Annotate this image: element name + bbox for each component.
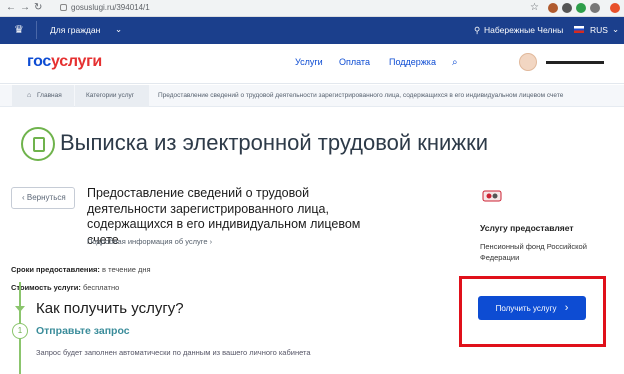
- extension-icon[interactable]: [590, 3, 600, 13]
- star-icon[interactable]: ☆: [530, 2, 539, 13]
- cost-value: бесплатно: [82, 283, 120, 292]
- detail-link-label: Подробная информация об услуге: [87, 237, 208, 246]
- provider-name: Пенсионный фонд Российской Федерации: [480, 242, 587, 262]
- location-icon: ⚲: [474, 25, 481, 35]
- gosuslugi-logo[interactable]: госуслуги: [27, 53, 102, 71]
- profile-avatar[interactable]: [610, 3, 620, 13]
- get-service-label: Получить услугу: [495, 304, 557, 313]
- user-name-redacted[interactable]: [546, 61, 604, 64]
- forward-arrow-icon[interactable]: →: [20, 2, 30, 13]
- logo-uslugi: услуги: [51, 53, 102, 70]
- chevron-down-icon: ⌄: [612, 24, 620, 34]
- provider-label: Услугу предоставляет: [480, 223, 574, 233]
- reload-icon[interactable]: ↻: [34, 2, 42, 13]
- top-bar: ♛ Для граждан ⌄ ⚲ Набережные Челны RUS ⌄: [0, 17, 624, 44]
- audience-selector[interactable]: Для граждан: [50, 25, 100, 35]
- cost-row: Стоимость услуги: бесплатно: [11, 283, 119, 292]
- get-service-button[interactable]: Получить услугу ›: [478, 296, 586, 320]
- chevron-right-icon: ›: [209, 237, 213, 246]
- cost-label: Стоимость услуги:: [11, 283, 81, 292]
- breadcrumb-current: Предоставление сведений о трудовой деяте…: [158, 92, 564, 99]
- city-selector[interactable]: Набережные Челны: [484, 25, 563, 35]
- menu-services[interactable]: Услуги: [295, 57, 323, 67]
- browser-bar: ← → ↻ gosuslugi.ru/394014/1 ☆: [0, 0, 624, 17]
- detail-link[interactable]: Подробная информация об услуге ›: [87, 237, 212, 246]
- search-icon[interactable]: ⌕: [452, 57, 458, 68]
- menu-payment[interactable]: Оплата: [339, 57, 370, 67]
- lock-icon: [60, 4, 67, 12]
- language-selector[interactable]: RUS: [590, 25, 608, 35]
- coat-of-arms-icon: ♛: [14, 24, 24, 36]
- russian-flag-icon: [574, 26, 584, 33]
- back-button[interactable]: ‹ Вернуться: [11, 187, 75, 209]
- menu-support[interactable]: Поддержка: [389, 57, 436, 67]
- home-icon: ⌂: [27, 92, 32, 99]
- terms-row: Сроки предоставления: в течение дня: [11, 265, 151, 274]
- step-description: Запрос будет заполнен автоматически по д…: [36, 348, 311, 357]
- terms-value: в течение дня: [102, 265, 151, 274]
- logo-gos: гос: [27, 53, 52, 70]
- back-arrow-icon[interactable]: ←: [6, 2, 16, 13]
- chevron-right-icon: ›: [564, 302, 569, 314]
- address-bar[interactable]: gosuslugi.ru/394014/1: [60, 1, 150, 15]
- breadcrumb-categories[interactable]: Категории услуг: [86, 92, 134, 99]
- step-title: Отправьте запрос: [36, 325, 130, 337]
- arrow-down-icon: [15, 306, 25, 312]
- service-category-icon: [21, 127, 55, 161]
- url-text: gosuslugi.ru/394014/1: [71, 3, 150, 12]
- step-number: 1: [12, 323, 28, 339]
- pension-fund-logo-icon: [482, 190, 502, 202]
- user-avatar[interactable]: [519, 53, 537, 71]
- chevron-down-icon: ⌄: [115, 24, 123, 34]
- how-to-get-title: Как получить услугу?: [36, 300, 184, 317]
- extension-icon[interactable]: [562, 3, 572, 13]
- terms-label: Сроки предоставления:: [11, 265, 100, 274]
- extension-icon[interactable]: [576, 3, 586, 13]
- back-label: Вернуться: [26, 193, 66, 202]
- extension-icon[interactable]: [548, 3, 558, 13]
- page-title: Выписка из электронной трудовой книжки: [60, 130, 488, 155]
- breadcrumb-home[interactable]: Главная: [37, 92, 62, 99]
- breadcrumb: ⌂ Главная Категории услуг Предоставление…: [0, 85, 624, 107]
